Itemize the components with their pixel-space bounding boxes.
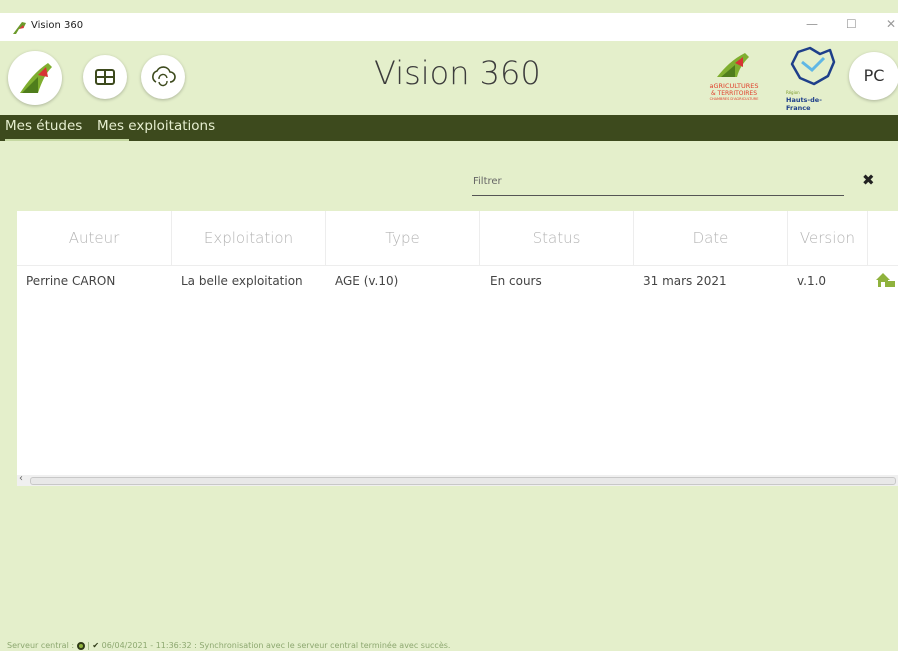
table-grid-icon [95, 69, 115, 85]
home-logo-button[interactable] [8, 51, 62, 105]
window-titlebar: Vision 360 — ☐ ✕ [0, 13, 898, 41]
scrollbar-thumb[interactable] [30, 477, 896, 485]
column-header-version[interactable]: Version [788, 211, 868, 265]
studies-table: Auteur Exploitation Type Status Date Ver… [17, 211, 898, 475]
scroll-left-icon[interactable]: ‹ [19, 473, 23, 484]
cell-date: 31 mars 2021 [643, 274, 727, 288]
check-icon: ✔ [92, 641, 100, 650]
column-header-status[interactable]: Status [480, 211, 634, 265]
column-header-exploitation[interactable]: Exploitation [172, 211, 326, 265]
close-window-button[interactable]: ✕ [886, 17, 896, 31]
avatar[interactable]: PC [849, 52, 898, 100]
agricultures-territoires-logo: aGRICULTURES & TERRITOIRES CHAMBRES D'AG… [697, 49, 771, 107]
tab-mes-etudes[interactable]: Mes études [5, 118, 82, 134]
tab-mes-exploitations[interactable]: Mes exploitations [97, 118, 215, 134]
column-header-date[interactable]: Date [634, 211, 788, 265]
dashboard-button[interactable] [83, 55, 127, 99]
cell-auteur: Perrine CARON [26, 274, 116, 288]
app-heading: Vision 360 [374, 54, 541, 92]
clear-filter-button[interactable]: ✖ [862, 171, 875, 189]
sync-button[interactable] [141, 55, 185, 99]
active-tab-indicator [5, 139, 129, 141]
filter-input[interactable] [472, 168, 844, 196]
nav-bar: Mes études Mes exploitations [0, 115, 898, 141]
farm-house-icon[interactable] [875, 272, 895, 292]
app-logo-icon [12, 20, 27, 39]
cell-status: En cours [490, 274, 542, 288]
app-header: Vision 360 aGRICULTURES & TERRITOIRES CH… [0, 41, 898, 115]
status-label: Serveur central : [7, 641, 75, 650]
column-header-type[interactable]: Type [326, 211, 480, 265]
server-status-icon [76, 642, 85, 650]
region-map-icon [790, 46, 836, 86]
vision360-logo-icon [20, 63, 52, 93]
table-row[interactable] [17, 266, 898, 296]
chamber-agriculture-logo-icon [717, 53, 749, 77]
cell-type: AGE (v.10) [335, 274, 399, 288]
horizontal-scrollbar[interactable]: ‹ [17, 473, 898, 486]
window-title: Vision 360 [31, 20, 84, 31]
column-header-auteur[interactable]: Auteur [17, 211, 172, 265]
region-hauts-de-france-logo: Région Hauts-de-France [780, 44, 844, 112]
maximize-button[interactable]: ☐ [846, 17, 857, 31]
cell-version: v.1.0 [797, 274, 827, 288]
cloud-sync-icon [152, 66, 176, 87]
status-bar: Serveur central : | ✔ 06/04/2021 - 11:36… [7, 641, 450, 650]
status-separator: | [87, 641, 90, 650]
status-message: 06/04/2021 - 11:36:32 : Synchronisation … [101, 641, 451, 650]
cell-exploitation: La belle exploitation [181, 274, 303, 288]
minimize-button[interactable]: — [806, 17, 818, 31]
